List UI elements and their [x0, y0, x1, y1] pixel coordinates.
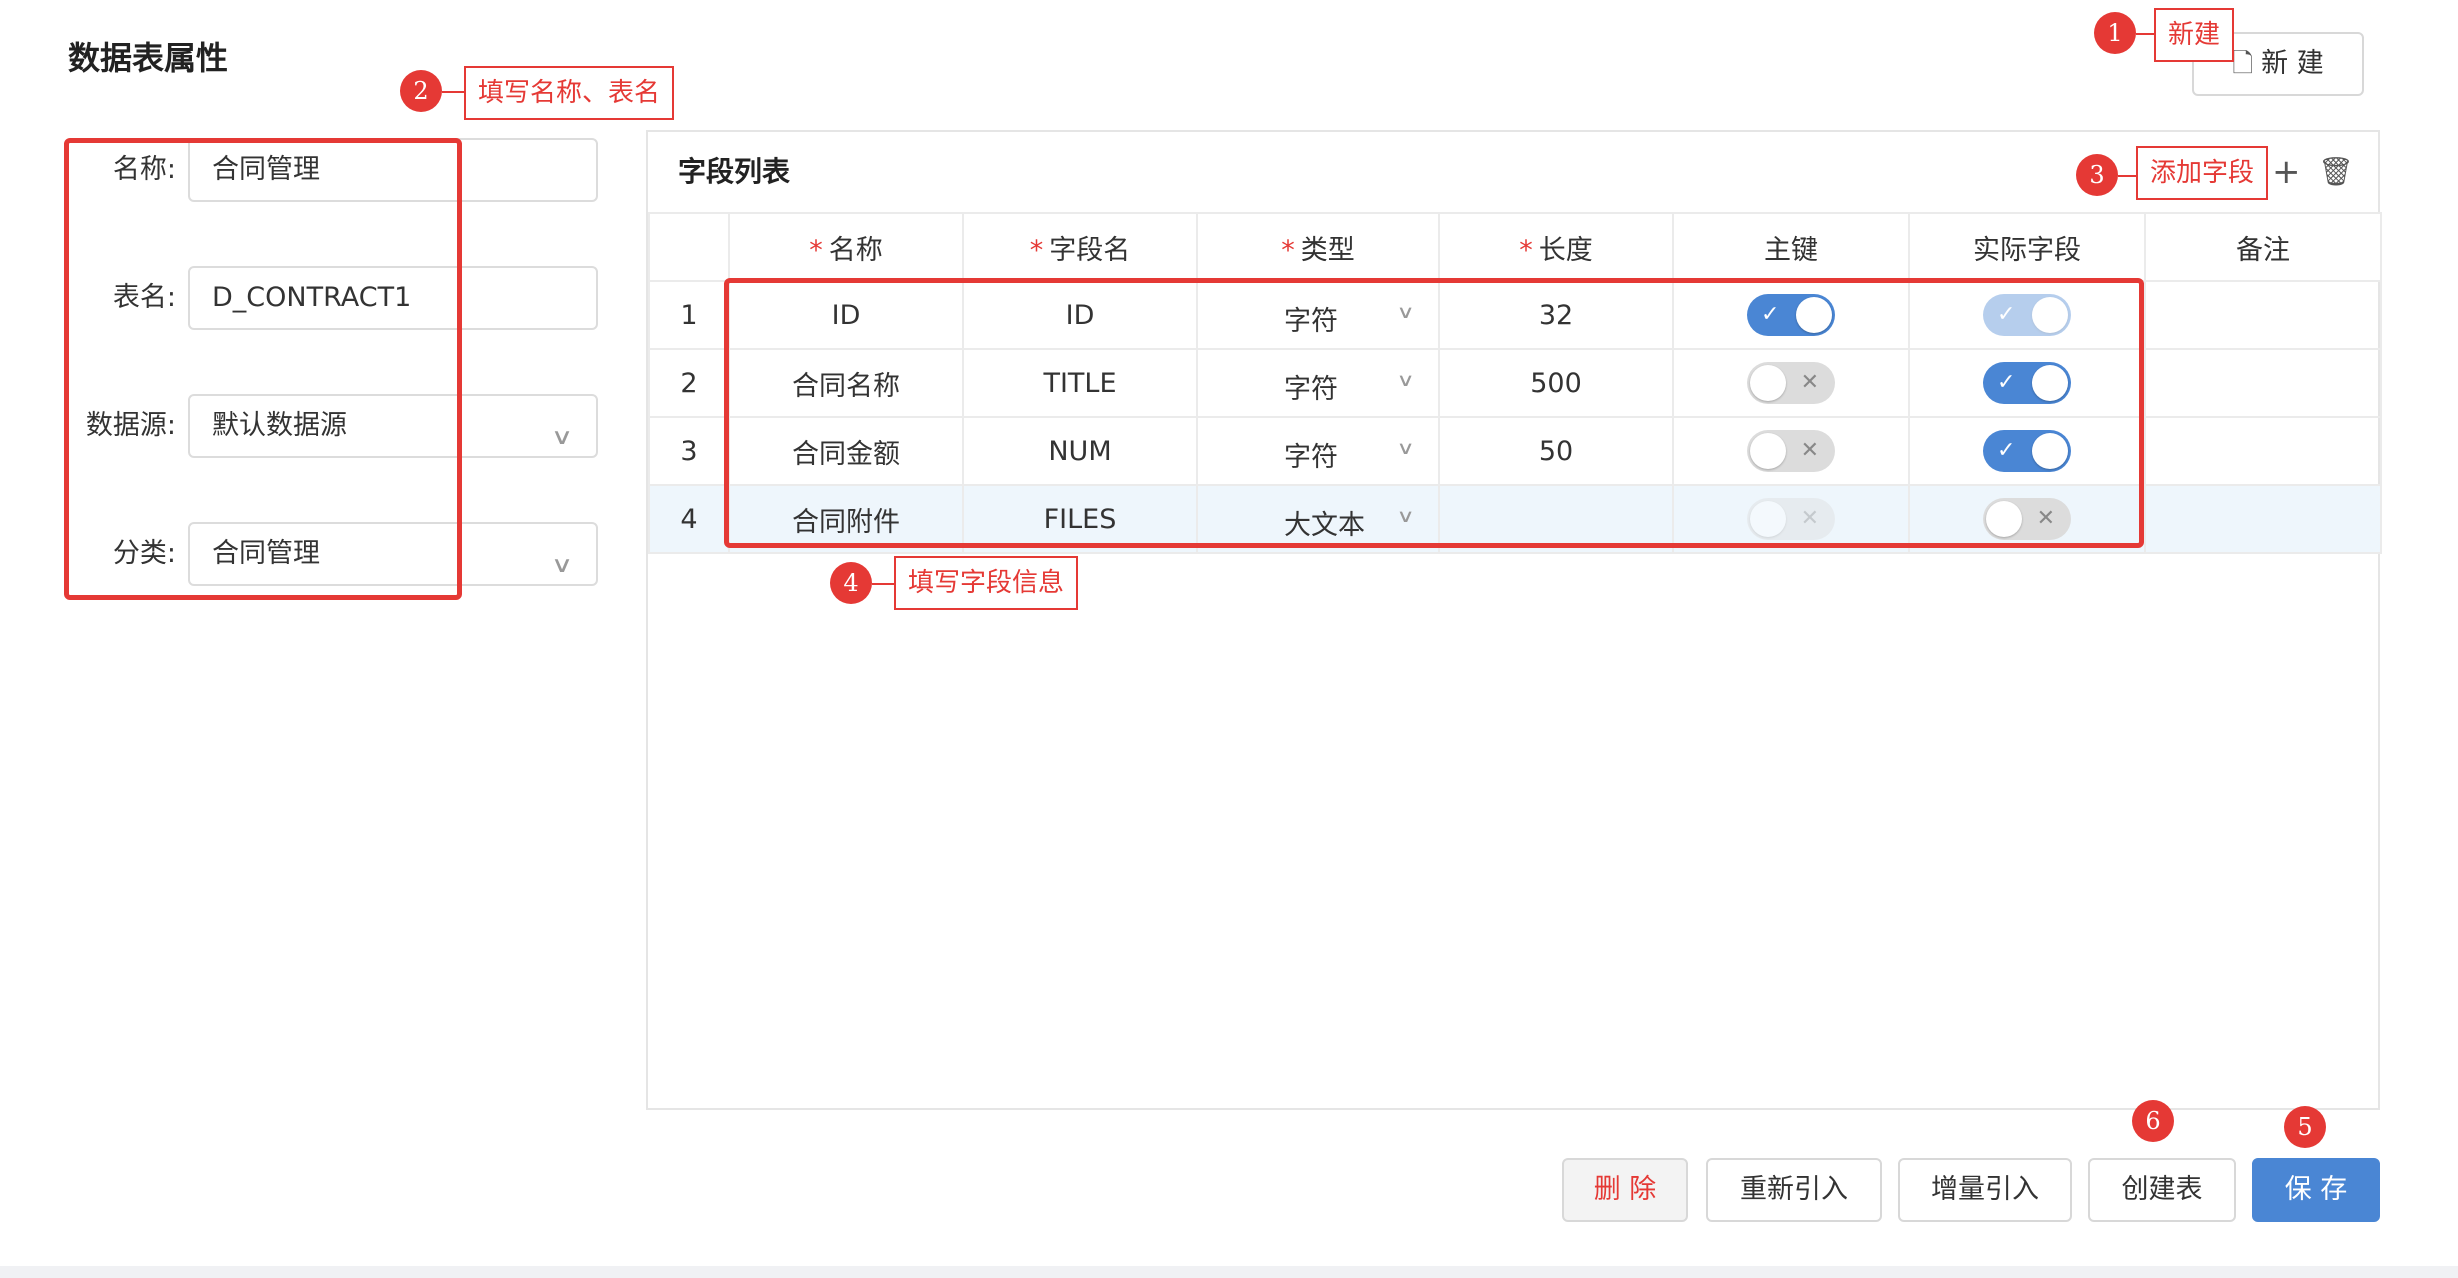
annotation-marker-6: 6 — [2132, 1100, 2174, 1142]
incremental-import-button[interactable]: 增量引入 — [1898, 1158, 2072, 1222]
annotation-label-2: 填写名称、表名 — [464, 66, 675, 120]
row-number: 4 — [648, 484, 730, 554]
column-label: 类型 — [1300, 234, 1355, 266]
column-header-actual-field: 实际字段 — [1908, 212, 2146, 282]
annotation-connector — [442, 91, 464, 93]
field-list-title: 字段列表 — [678, 155, 791, 188]
annotation-connector — [2118, 175, 2136, 177]
delete-button[interactable]: 删 除 — [1562, 1158, 1688, 1222]
row-number: 1 — [648, 280, 730, 350]
new-button-label: 新 建 — [2261, 48, 2324, 79]
annotation-marker-5: 5 — [2284, 1106, 2326, 1148]
annotation-marker-2: 2 — [400, 70, 442, 112]
save-button[interactable]: 保 存 — [2252, 1158, 2380, 1222]
remark-cell[interactable] — [2144, 348, 2382, 418]
annotation-marker-1: 1 — [2094, 12, 2136, 54]
page-title: 数据表属性 — [68, 39, 229, 77]
required-marker: * — [1281, 234, 1295, 266]
required-marker: * — [1519, 234, 1533, 266]
column-header-primary-key: 主键 — [1672, 212, 1910, 282]
annotation-marker-3: 3 — [2076, 154, 2118, 196]
column-header-type: * 类型 — [1196, 212, 1440, 282]
annotation-box-form — [64, 138, 462, 600]
plus-icon[interactable]: + — [2272, 150, 2301, 194]
trash-icon[interactable]: 🗑 — [2318, 150, 2354, 194]
required-marker: * — [1029, 234, 1044, 266]
row-number: 2 — [648, 348, 730, 418]
column-header-length: * 长度 — [1438, 212, 1674, 282]
column-label: 字段名 — [1049, 234, 1131, 266]
column-label: 长度 — [1538, 234, 1593, 266]
remark-cell[interactable] — [2144, 484, 2382, 554]
annotation-label-4: 填写字段信息 — [894, 556, 1079, 610]
row-number-value: 1 — [680, 299, 698, 331]
annotation-marker-4: 4 — [830, 562, 872, 604]
row-number-value: 3 — [680, 435, 698, 467]
page-bottom-band — [0, 1266, 2458, 1278]
remark-cell[interactable] — [2144, 280, 2382, 350]
table-header-row: * 名称 * 字段名 * 类型 * 长度 主键 实际字段 备注 — [648, 212, 2382, 282]
column-header-field: * 字段名 — [962, 212, 1198, 282]
required-marker: * — [809, 234, 823, 266]
annotation-connector — [872, 583, 894, 585]
chevron-down-icon: ∨ — [550, 425, 574, 450]
chevron-down-icon: ∨ — [550, 553, 574, 578]
column-header-remark: 备注 — [2144, 212, 2382, 282]
column-label: 名称 — [828, 234, 883, 266]
new-file-icon: 🗋 — [2232, 49, 2254, 79]
column-header-name: * 名称 — [728, 212, 964, 282]
row-number: 3 — [648, 416, 730, 486]
create-table-button[interactable]: 创建表 — [2088, 1158, 2236, 1222]
annotation-label-3: 添加字段 — [2136, 146, 2269, 200]
annotation-box-fields — [724, 278, 2144, 548]
annotation-connector — [2136, 33, 2154, 35]
row-number-value: 2 — [680, 367, 698, 399]
row-number-header — [648, 212, 730, 282]
row-number-value: 4 — [680, 503, 698, 535]
reimport-button[interactable]: 重新引入 — [1706, 1158, 1882, 1222]
remark-cell[interactable] — [2144, 416, 2382, 486]
annotation-label-1: 新建 — [2154, 8, 2235, 62]
